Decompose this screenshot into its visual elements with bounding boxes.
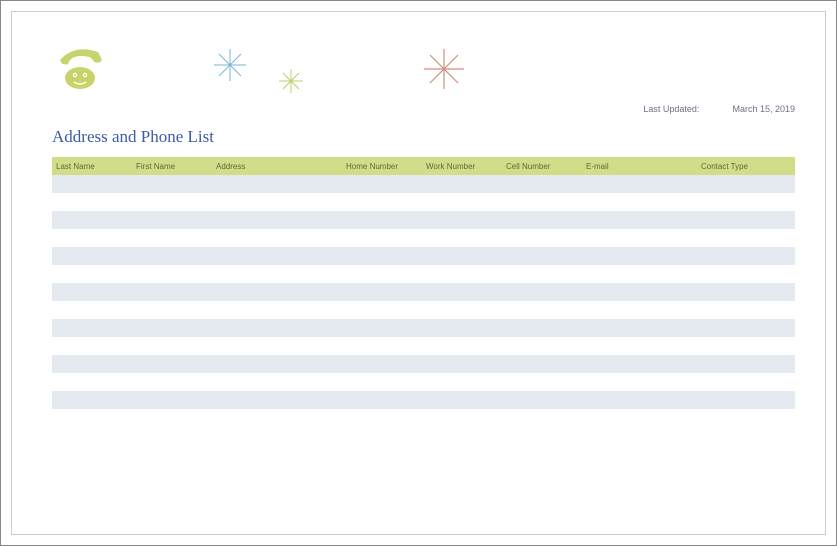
last-updated-label: Last Updated: (643, 104, 699, 114)
phone-icon (52, 42, 112, 97)
table-row-gap (52, 301, 795, 319)
col-last-name: Last Name (52, 162, 132, 171)
table-row-gap (52, 337, 795, 355)
address-table: Last Name First Name Address Home Number… (52, 157, 795, 409)
last-updated-value: March 15, 2019 (732, 104, 795, 114)
table-row-gap (52, 265, 795, 283)
table-row (52, 319, 795, 337)
table-row (52, 283, 795, 301)
col-work-number: Work Number (422, 162, 502, 171)
starburst-icon (277, 67, 305, 100)
table-row (52, 211, 795, 229)
header-area: Last Updated: March 15, 2019 (12, 12, 825, 122)
starburst-icon (422, 47, 466, 96)
last-updated: Last Updated: March 15, 2019 (643, 104, 795, 114)
col-home-number: Home Number (342, 162, 422, 171)
table-row (52, 355, 795, 373)
table-row (52, 175, 795, 193)
col-cell-number: Cell Number (502, 162, 582, 171)
table-row (52, 391, 795, 409)
table-row-gap (52, 193, 795, 211)
page-title: Address and Phone List (52, 127, 214, 147)
col-contact-type: Contact Type (697, 162, 795, 171)
table-body (52, 175, 795, 409)
table-row-gap (52, 373, 795, 391)
table-header-row: Last Name First Name Address Home Number… (52, 157, 795, 175)
table-row (52, 247, 795, 265)
col-address: Address (212, 162, 342, 171)
table-row-gap (52, 229, 795, 247)
document-page: Last Updated: March 15, 2019 Address and… (11, 11, 826, 535)
col-first-name: First Name (132, 162, 212, 171)
starburst-icon (212, 47, 248, 88)
col-email: E-mail (582, 162, 697, 171)
